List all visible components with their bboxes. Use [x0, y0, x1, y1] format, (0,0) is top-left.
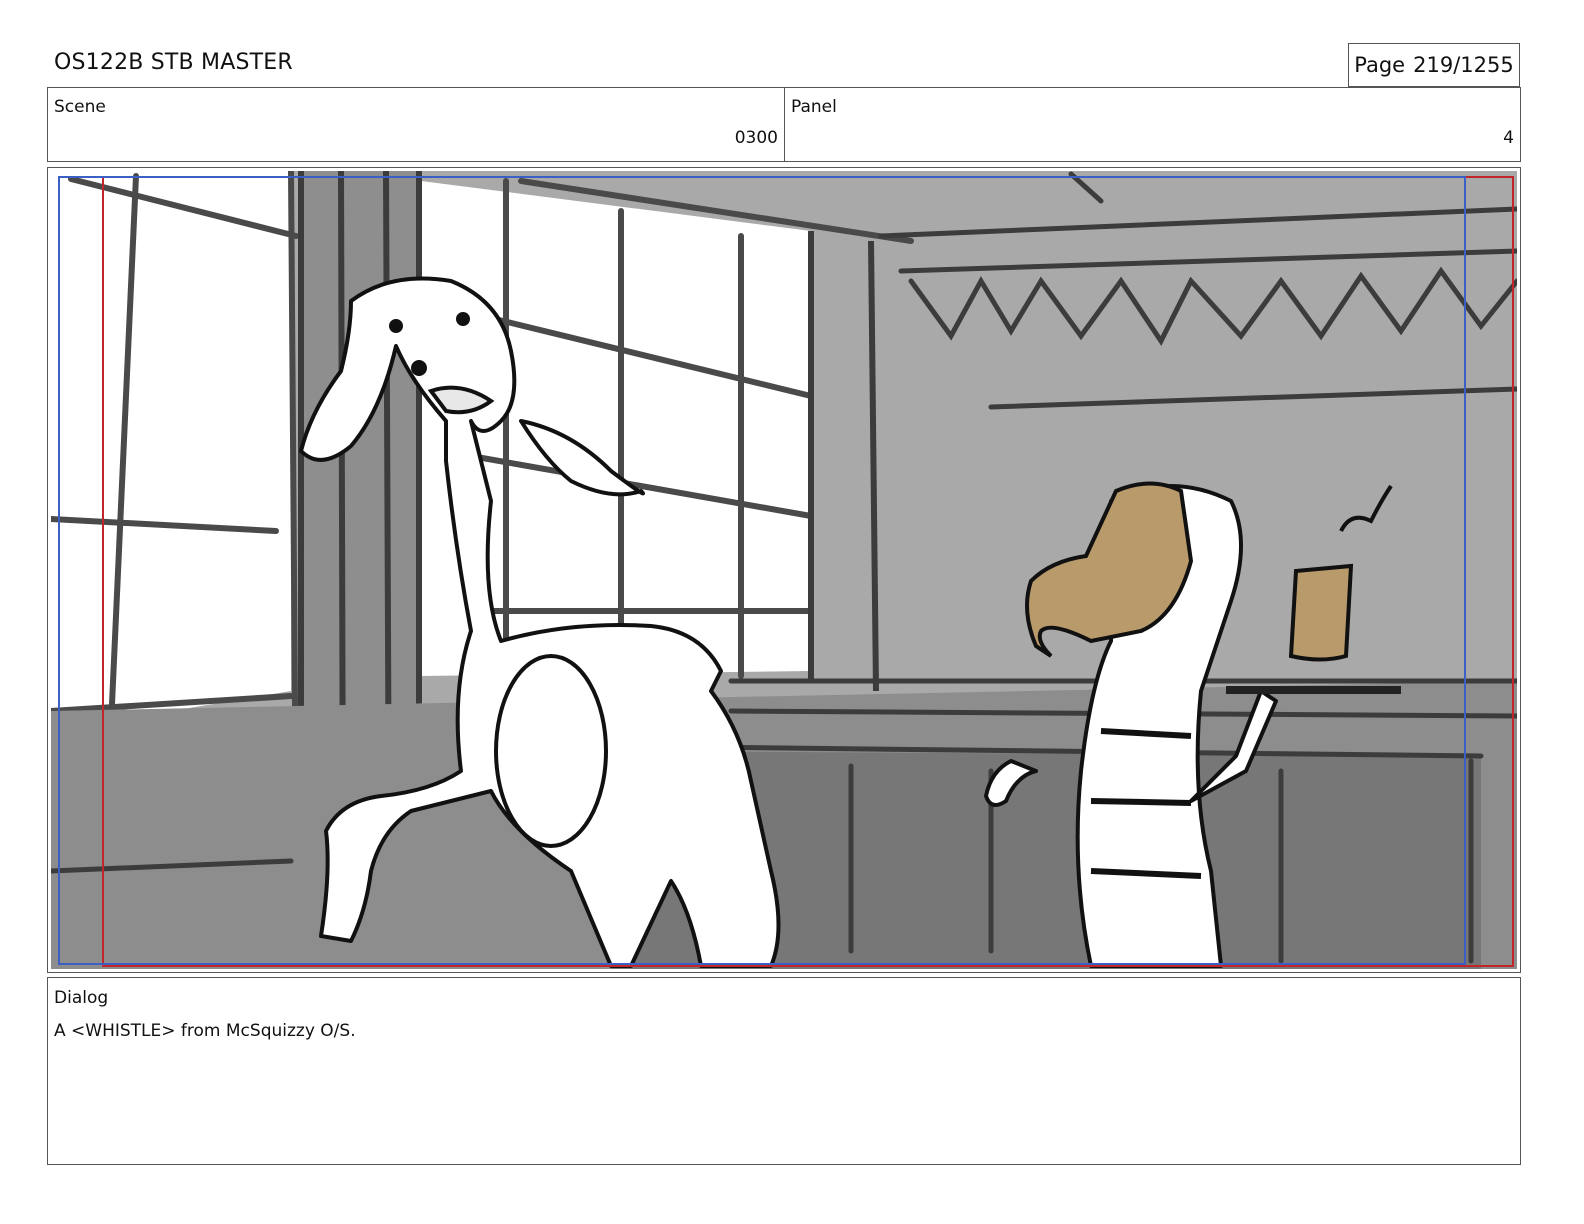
dialog-text: A <WHISTLE> from McSquizzy O/S. [54, 1021, 356, 1041]
scene-value: 0300 [734, 128, 778, 148]
panel-value: 4 [1503, 128, 1514, 148]
page-label: Page [1354, 53, 1406, 77]
document-title: OS122B STB MASTER [54, 50, 293, 75]
storyboard-drawing [51, 171, 1517, 969]
panel-label: Panel [791, 97, 837, 117]
page-indicator: Page 219/1255 [1348, 43, 1520, 87]
dialog-box: Dialog A <WHISTLE> from McSquizzy O/S. [47, 977, 1521, 1165]
page-number: 219/1255 [1413, 53, 1514, 77]
dialog-label: Dialog [54, 988, 109, 1008]
panel-cell: Panel 4 [785, 88, 1520, 161]
scene-cell: Scene 0300 [48, 88, 785, 161]
scene-label: Scene [54, 97, 106, 117]
storyboard-panel-frame [47, 167, 1521, 973]
scene-panel-row: Scene 0300 Panel 4 [47, 87, 1521, 162]
